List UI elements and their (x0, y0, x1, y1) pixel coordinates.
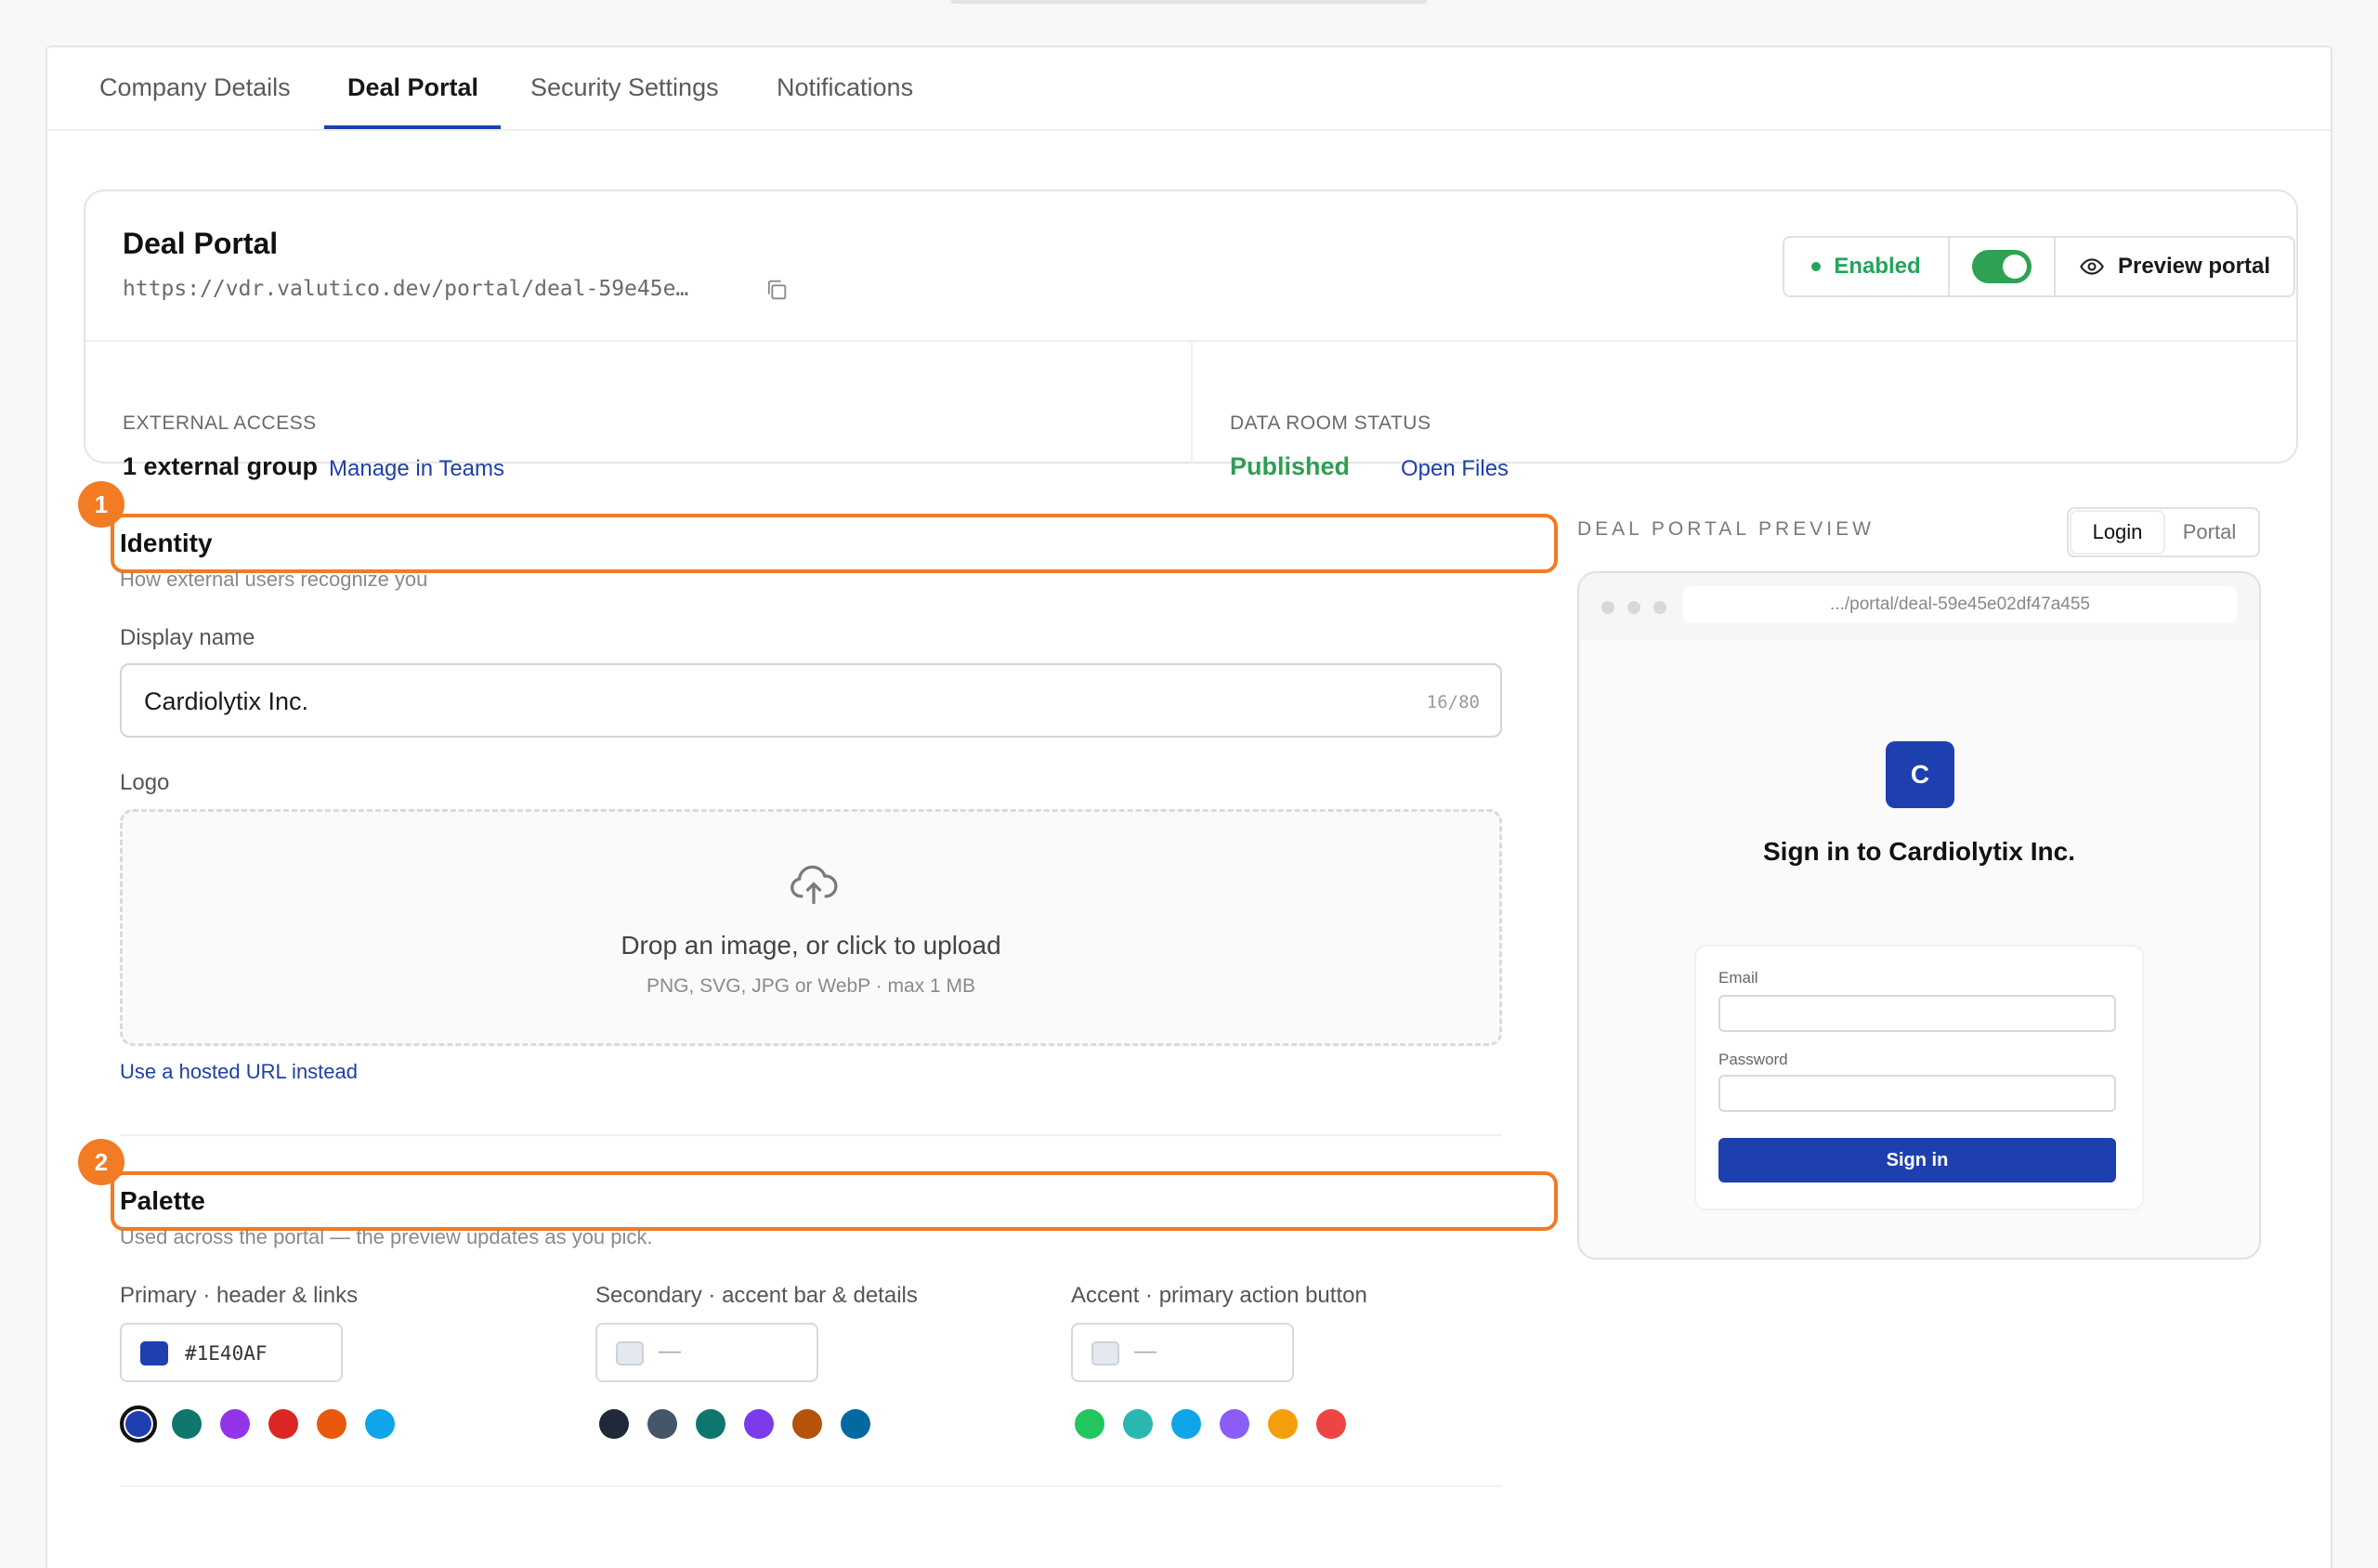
password-field[interactable] (1718, 1075, 2116, 1112)
tab-deal-portal[interactable]: Deal Portal (347, 73, 478, 102)
secondary-swatch-6[interactable] (841, 1409, 870, 1439)
portal-controls: Enabled Preview portal (1783, 236, 2295, 297)
window-dot-icon (1653, 601, 1666, 614)
primary-swatch-4[interactable] (268, 1409, 298, 1439)
dropzone-instructions: Drop an image, or click to upload (621, 931, 1001, 960)
portal-logo: C (1886, 741, 1954, 808)
primary-swatch-1[interactable] (120, 1405, 157, 1443)
preview-address-bar: .../portal/deal-59e45e02df47a455 (1683, 586, 2237, 623)
primary-swatch-2[interactable] (172, 1409, 202, 1439)
accent-swatch-6[interactable] (1316, 1409, 1346, 1439)
accent-color-chip (1091, 1341, 1119, 1365)
display-name-count: 16/80 (1426, 692, 1480, 712)
tab-company-details[interactable]: Company Details (99, 73, 291, 102)
palette-title: Palette (120, 1186, 205, 1215)
identity-highlight (111, 514, 1558, 573)
display-name-label: Display name (120, 625, 255, 650)
signin-button[interactable]: Sign in (1718, 1138, 2116, 1183)
portal-title: Deal Portal (123, 227, 279, 260)
accent-swatch-1[interactable] (1075, 1409, 1104, 1439)
panel-vertical-divider (1191, 342, 1193, 464)
password-label: Password (1718, 1051, 1788, 1068)
window-dot-icon (1601, 601, 1614, 614)
active-tab-indicator (324, 125, 501, 129)
preview-portal-label: Preview portal (2117, 254, 2271, 279)
section-divider (120, 1134, 1502, 1136)
secondary-color-input[interactable]: — (595, 1323, 818, 1382)
external-access-value: 1 external group (123, 452, 319, 480)
window-dot-icon (1627, 601, 1640, 614)
manage-in-teams-link[interactable]: Manage in Teams (329, 456, 504, 482)
display-name-value: Cardiolytix Inc. (144, 687, 309, 715)
primary-color-input[interactable]: #1E40AF (120, 1323, 343, 1382)
secondary-swatch-2[interactable] (647, 1409, 677, 1439)
identity-title: Identity (120, 529, 213, 557)
step-badge-2: 2 (78, 1139, 124, 1185)
eye-icon (2080, 258, 2104, 275)
preview-mode-login[interactable]: Login (2071, 512, 2163, 553)
browser-bar: .../portal/deal-59e45e02df47a455 (1579, 573, 2259, 640)
login-card: Email Password Sign in (1696, 947, 2142, 1209)
settings-card: Company Details Deal Portal Security Set… (46, 46, 2332, 1568)
primary-swatch-3[interactable] (220, 1409, 250, 1439)
step-badge-1: 1 (78, 481, 124, 528)
preview-mode-portal[interactable]: Portal (2163, 512, 2255, 553)
palette-subtitle: Used across the portal — the preview upd… (120, 1225, 653, 1248)
accent-color-value: — (1134, 1339, 1156, 1364)
secondary-swatch-1[interactable] (599, 1409, 629, 1439)
enabled-status: Enabled (1784, 238, 1950, 295)
accent-color-label: Accent · primary action button (1071, 1283, 1367, 1308)
enabled-status-label: Enabled (1834, 254, 1921, 279)
external-access-label: EXTERNAL ACCESS (123, 412, 317, 434)
accent-swatch-3[interactable] (1171, 1409, 1201, 1439)
display-name-input[interactable]: Cardiolytix Inc. 16/80 (120, 663, 1502, 738)
secondary-color-chip (616, 1341, 644, 1365)
section-divider-bottom (120, 1485, 1502, 1487)
accent-swatch-2[interactable] (1123, 1409, 1153, 1439)
secondary-color-value: — (659, 1339, 681, 1364)
hosted-url-link[interactable]: Use a hosted URL instead (120, 1060, 358, 1084)
preview-label: DEAL PORTAL PREVIEW (1577, 518, 1875, 540)
accent-swatch-5[interactable] (1268, 1409, 1298, 1439)
upload-cloud-icon (790, 865, 838, 904)
top-handle (951, 0, 1427, 4)
primary-swatch-5[interactable] (317, 1409, 346, 1439)
data-room-status-label: DATA ROOM STATUS (1230, 412, 1431, 434)
data-room-status-value: Published (1230, 452, 1351, 480)
settings-tabs: Company Details Deal Portal Security Set… (47, 47, 2331, 131)
status-dot-icon (1811, 262, 1822, 271)
accent-swatch-4[interactable] (1220, 1409, 1249, 1439)
copy-icon[interactable] (764, 277, 790, 303)
preview-portal-button[interactable]: Preview portal (2056, 238, 2293, 295)
primary-color-value: #1E40AF (185, 1342, 268, 1365)
primary-swatch-6[interactable] (365, 1409, 395, 1439)
dropzone-formats: PNG, SVG, JPG or WebP · max 1 MB (647, 975, 975, 997)
primary-color-chip (140, 1341, 168, 1365)
accent-color-input[interactable]: — (1071, 1323, 1294, 1382)
logo-label: Logo (120, 770, 170, 795)
preview-mode-switch: Login Portal (2067, 507, 2260, 557)
tab-security-settings[interactable]: Security Settings (530, 73, 719, 102)
secondary-swatch-4[interactable] (744, 1409, 774, 1439)
portal-summary-panel: Deal Portal https://vdr.valutico.dev/por… (84, 189, 2298, 481)
identity-subtitle: How external users recognize you (120, 568, 428, 591)
logo-dropzone[interactable]: Drop an image, or click to upload PNG, S… (120, 809, 1502, 1046)
primary-color-label: Primary · header & links (120, 1283, 359, 1308)
toggle-switch[interactable] (1972, 250, 2032, 283)
preview-browser-frame: .../portal/deal-59e45e02df47a455 C Sign … (1577, 571, 2261, 1260)
portal-enabled-toggle[interactable] (1950, 238, 2056, 295)
secondary-swatch-5[interactable] (792, 1409, 822, 1439)
palette-highlight (111, 1171, 1558, 1231)
secondary-swatch-3[interactable] (696, 1409, 725, 1439)
signin-title: Sign in to Cardiolytix Inc. (1762, 837, 2076, 866)
tab-notifications[interactable]: Notifications (777, 73, 913, 102)
email-label: Email (1718, 969, 1758, 987)
open-files-link[interactable]: Open Files (1401, 456, 1509, 482)
email-field[interactable] (1718, 995, 2116, 1032)
secondary-color-label: Secondary · accent bar & details (595, 1283, 918, 1308)
portal-url: https://vdr.valutico.dev/portal/deal-59e… (123, 277, 689, 301)
